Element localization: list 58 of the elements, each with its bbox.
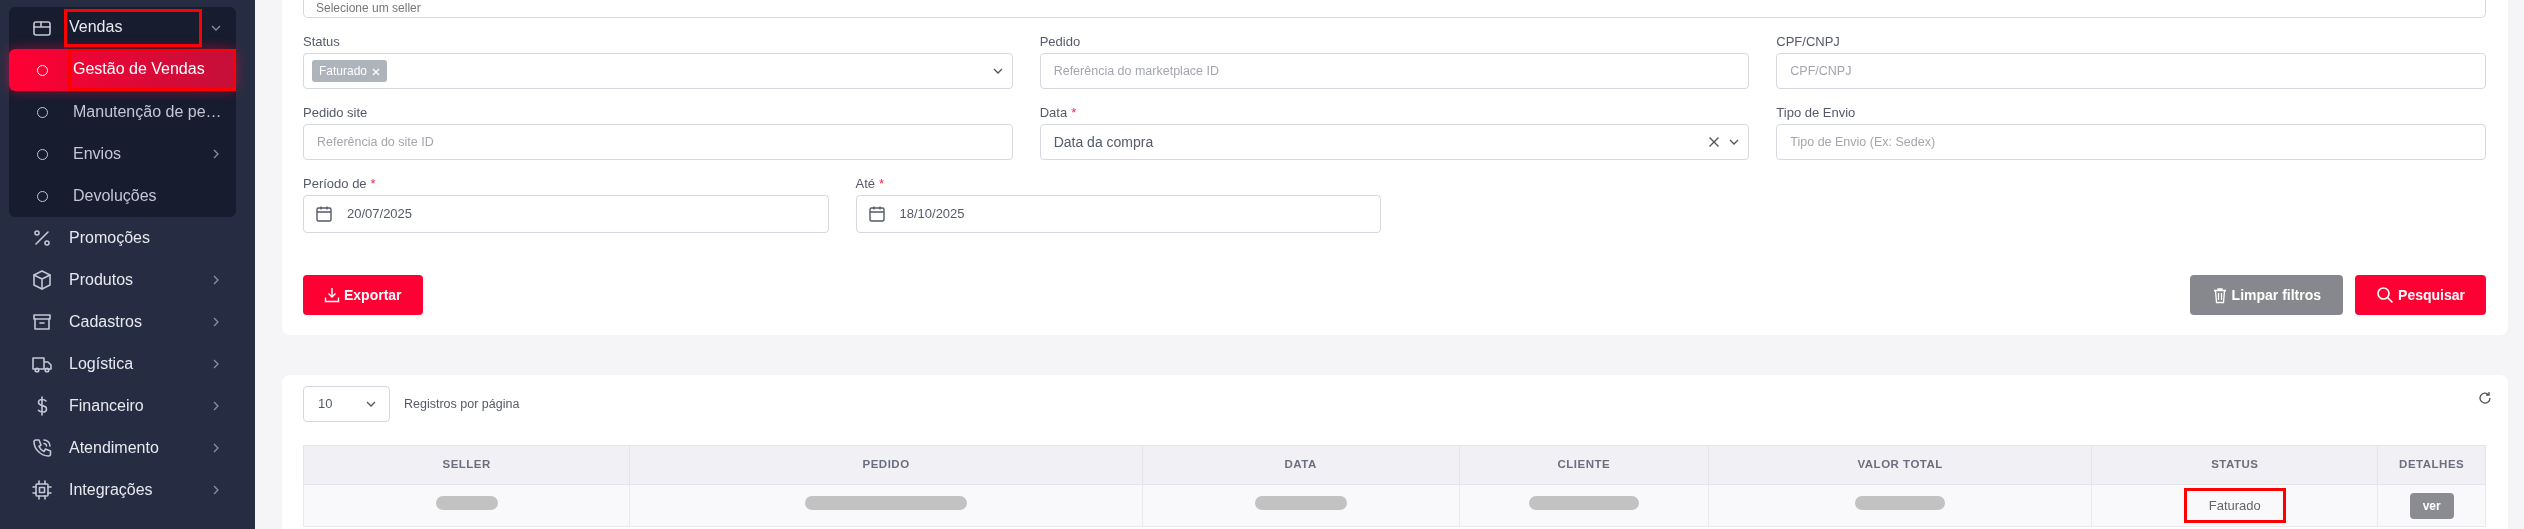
field-label: Pedido site bbox=[303, 105, 368, 121]
field-label: Até bbox=[855, 176, 875, 192]
required-asterisk: * bbox=[370, 176, 376, 192]
date-field[interactable]: 18/10/2025 bbox=[855, 195, 1381, 233]
column-header: DATA bbox=[1142, 445, 1460, 485]
sidebar-item[interactable]: Promoções bbox=[9, 217, 236, 259]
seller-select[interactable]: Selecione um seller bbox=[303, 0, 2486, 18]
search-button[interactable]: Pesquisar bbox=[2355, 275, 2486, 315]
required-asterisk: * bbox=[879, 176, 885, 192]
chip-icon bbox=[31, 479, 53, 501]
status-text: Faturado bbox=[2183, 487, 2286, 524]
search-icon bbox=[2376, 286, 2395, 304]
sidebar-item[interactable]: Envios bbox=[9, 133, 236, 175]
phone-icon bbox=[31, 437, 53, 459]
sidebar-item[interactable]: Produtos bbox=[9, 259, 236, 301]
input-field[interactable]: Referência do site ID bbox=[303, 124, 1013, 160]
sidebar-item[interactable]: Financeiro bbox=[9, 385, 236, 427]
field-label: Pedido bbox=[1039, 34, 1081, 50]
sidebar-item[interactable]: Devoluções bbox=[9, 175, 236, 217]
column-header: PEDIDO bbox=[629, 445, 1143, 485]
column-header: VALOR TOTAL bbox=[1708, 445, 2092, 485]
input-field[interactable]: Tipo de Envio (Ex: Sedex) bbox=[1776, 124, 2486, 160]
clear-icon[interactable] bbox=[1708, 136, 1721, 148]
download-icon bbox=[324, 287, 340, 303]
date-field[interactable]: 20/07/2025 bbox=[303, 195, 829, 233]
sidebar-item[interactable]: Vendas bbox=[9, 7, 236, 49]
box-icon bbox=[31, 269, 53, 291]
refresh-icon[interactable] bbox=[2478, 391, 2492, 405]
input-field[interactable]: CPF/CNPJ bbox=[1776, 53, 2486, 89]
column-header: DETALHES bbox=[2377, 445, 2486, 485]
percent-icon bbox=[31, 227, 53, 249]
archive-icon bbox=[31, 311, 53, 333]
input-field[interactable]: Referência do marketplace ID bbox=[1039, 53, 1750, 89]
field-label: Data bbox=[1039, 105, 1068, 121]
export-button[interactable]: Exportar bbox=[303, 275, 423, 315]
sidebar-item[interactable]: Integrações bbox=[9, 469, 236, 511]
page-size-label: Registros por página bbox=[404, 395, 520, 413]
page-size-select[interactable]: 10 bbox=[303, 386, 390, 422]
date-type-select[interactable]: Data da compra bbox=[1039, 124, 1750, 160]
status-tag: Faturado bbox=[312, 60, 388, 82]
calendar-icon bbox=[867, 205, 886, 223]
field-label: Período de bbox=[303, 176, 367, 192]
field-label: Status bbox=[303, 34, 340, 50]
column-header: STATUS bbox=[2091, 445, 2378, 485]
calendar-icon bbox=[315, 205, 333, 223]
sidebar-item[interactable]: Logística bbox=[9, 343, 236, 385]
column-header: SELLER bbox=[303, 445, 630, 485]
sidebar-item[interactable]: Manutenção de pe… bbox=[9, 91, 236, 133]
required-asterisk: * bbox=[1071, 105, 1077, 121]
trash-icon bbox=[2211, 286, 2228, 304]
column-header: CLIENTE bbox=[1459, 445, 1709, 485]
sidebar-item[interactable]: Atendimento bbox=[9, 427, 236, 469]
clear-button[interactable]: Limpar filtros bbox=[2189, 275, 2344, 315]
sidebar-item[interactable]: Gestão de Vendas bbox=[9, 49, 236, 91]
field-label: CPF/CNPJ bbox=[1776, 34, 1840, 50]
redacted-bar bbox=[435, 495, 498, 510]
field-label: Tipo de Envio bbox=[1776, 105, 1856, 121]
sidebar-item[interactable]: Cadastros bbox=[9, 301, 236, 343]
